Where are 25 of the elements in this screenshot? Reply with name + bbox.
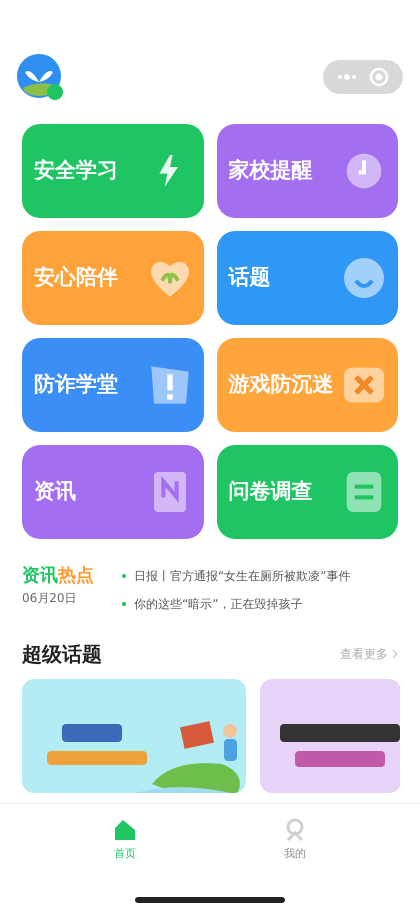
tab-item[interactable]: 我的 (265, 818, 325, 862)
feature-tile[interactable]: 安心陪伴 (22, 231, 204, 325)
more-icon[interactable] (337, 74, 357, 80)
news-link[interactable]: 日报丨官方通报“女生在厕所被欺凌”事件 (134, 567, 350, 585)
home-icon (113, 818, 137, 842)
feature-tile[interactable]: 话题 (216, 231, 398, 325)
news-link[interactable]: 你的这些“暗示”，正在毁掉孩子 (134, 595, 302, 613)
feature-tile[interactable]: 家校提醒 (216, 124, 398, 218)
news-title: 热点 (58, 565, 94, 587)
bullet-icon (122, 602, 126, 606)
section-title: 超级话题 (22, 641, 102, 668)
news-title: 资讯 (22, 565, 58, 587)
bullet-icon (122, 574, 126, 578)
close-icon[interactable] (369, 67, 389, 87)
feature-tile[interactable]: 游戏防沉迷 (216, 338, 398, 432)
news-date: 06月20日 (22, 590, 78, 607)
feature-tile[interactable]: 安全学习 (22, 124, 204, 218)
more-link[interactable]: 查看更多 (340, 645, 398, 663)
feature-tile[interactable]: 防诈学堂 (22, 338, 204, 432)
tab-item[interactable]: 首页 (95, 818, 155, 862)
feature-tile[interactable]: 问卷调查 (216, 445, 398, 539)
chevron-right-icon (392, 649, 398, 659)
feature-tile[interactable]: 资讯 (22, 445, 204, 539)
app-logo-icon (17, 54, 63, 100)
capsule-menu[interactable] (323, 60, 403, 94)
